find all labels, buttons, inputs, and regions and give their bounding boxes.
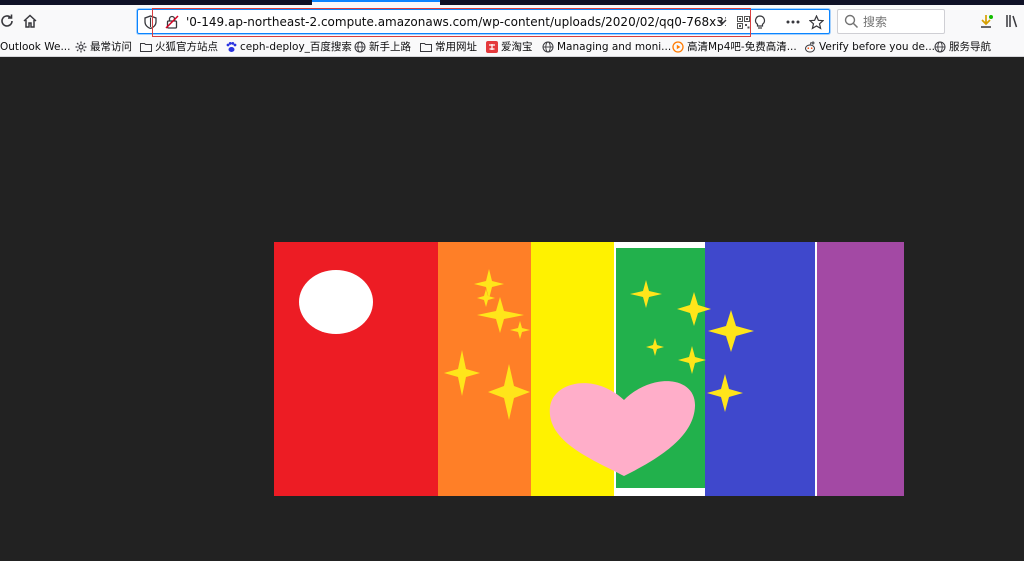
bookmark-verify-before[interactable]: Verify before you de... — [804, 39, 935, 55]
bookmark-label: 常用网址 — [435, 41, 477, 53]
navigation-bar: '0-149.ap-northeast-2.compute.amazonaws.… — [0, 5, 1024, 37]
bookmark-label: 高清Mp4吧-免费高清... — [687, 41, 797, 53]
globe-icon — [542, 41, 554, 53]
stripe-divider — [815, 242, 817, 496]
bookmarks-toolbar: Outlook We... 最常访问 火狐官方站点 ceph-deploy_百度… — [0, 37, 1024, 57]
star-icon — [808, 14, 824, 30]
bookmark-label: 服务导航 — [949, 41, 991, 53]
reddit-icon — [804, 41, 816, 53]
globe-icon — [934, 41, 946, 53]
qr-code-button[interactable] — [734, 13, 752, 31]
bookmark-label: Managing and moni... — [557, 41, 672, 53]
bookmark-label: 新手上路 — [369, 41, 411, 53]
folder-icon — [420, 41, 432, 53]
bookmark-managing-and-monitoring[interactable]: Managing and moni... — [542, 39, 671, 55]
search-bar[interactable]: 搜索 — [837, 9, 945, 34]
bookmark-aitaobao[interactable]: 爱淘宝 — [486, 39, 533, 55]
stripe-blue — [705, 242, 815, 496]
search-placeholder: 搜索 — [863, 15, 888, 29]
bookmark-ceph-deploy[interactable]: ceph-deploy_百度搜索 — [225, 39, 352, 55]
bookmark-star-button[interactable] — [807, 13, 825, 31]
download-arrow-icon — [981, 15, 993, 28]
bookmark-label: 爱淘宝 — [501, 41, 533, 53]
insecure-connection-button[interactable] — [164, 13, 180, 30]
url-text[interactable]: '0-149.ap-northeast-2.compute.amazonaws.… — [186, 14, 726, 30]
rainbow-flag-image[interactable] — [274, 242, 904, 496]
bookmark-outlook[interactable]: Outlook We... — [0, 39, 70, 55]
globe-icon — [354, 41, 366, 53]
bookmark-common-sites[interactable]: 常用网址 — [420, 39, 477, 55]
reload-button[interactable] — [0, 10, 18, 32]
image-viewer — [0, 57, 1024, 561]
url-bar[interactable]: '0-149.ap-northeast-2.compute.amazonaws.… — [137, 9, 830, 34]
home-button[interactable] — [19, 10, 41, 32]
reload-icon — [1, 14, 13, 27]
insecure-lock-icon — [165, 14, 179, 29]
shield-icon — [143, 14, 157, 29]
bookmark-most-visited[interactable]: 最常访问 — [75, 39, 132, 55]
white-moon-shape — [299, 270, 373, 334]
bookmark-label: ceph-deploy_百度搜索 — [240, 41, 352, 53]
page-actions-button[interactable] — [784, 13, 802, 31]
more-dots-icon — [786, 20, 800, 24]
library-icon — [1006, 15, 1018, 28]
bookmark-firefox-official[interactable]: 火狐官方站点 — [140, 39, 218, 55]
stripe-purple — [817, 242, 904, 496]
lightbulb-button[interactable] — [751, 13, 769, 31]
library-button[interactable] — [1001, 10, 1023, 32]
stripe-orange — [438, 242, 532, 496]
active-tab-accent — [312, 0, 440, 2]
gear-icon — [75, 41, 87, 53]
bookmark-service-nav[interactable]: 服务导航 — [934, 39, 991, 55]
bookmark-label: Outlook We... — [0, 41, 71, 53]
folder-icon — [140, 41, 152, 53]
bookmark-label: 最常访问 — [90, 41, 132, 53]
bookmark-hd-mp4[interactable]: 高清Mp4吧-免费高清... — [672, 39, 797, 55]
qr-code-icon — [736, 15, 750, 29]
downloads-button[interactable] — [975, 10, 997, 32]
bookmark-label: 火狐官方站点 — [155, 41, 218, 53]
baidu-paw-icon — [225, 41, 237, 53]
lightbulb-icon — [754, 14, 766, 29]
home-icon — [23, 14, 37, 28]
search-icon — [844, 14, 859, 29]
bookmark-getting-started[interactable]: 新手上路 — [354, 39, 411, 55]
tracking-protection-button[interactable] — [142, 13, 158, 30]
play-circle-icon — [672, 41, 684, 53]
url-dropdown-button[interactable] — [713, 13, 731, 31]
taobao-icon — [486, 41, 498, 53]
bookmark-label: Verify before you de... — [819, 41, 936, 53]
chevron-down-icon — [717, 19, 727, 26]
